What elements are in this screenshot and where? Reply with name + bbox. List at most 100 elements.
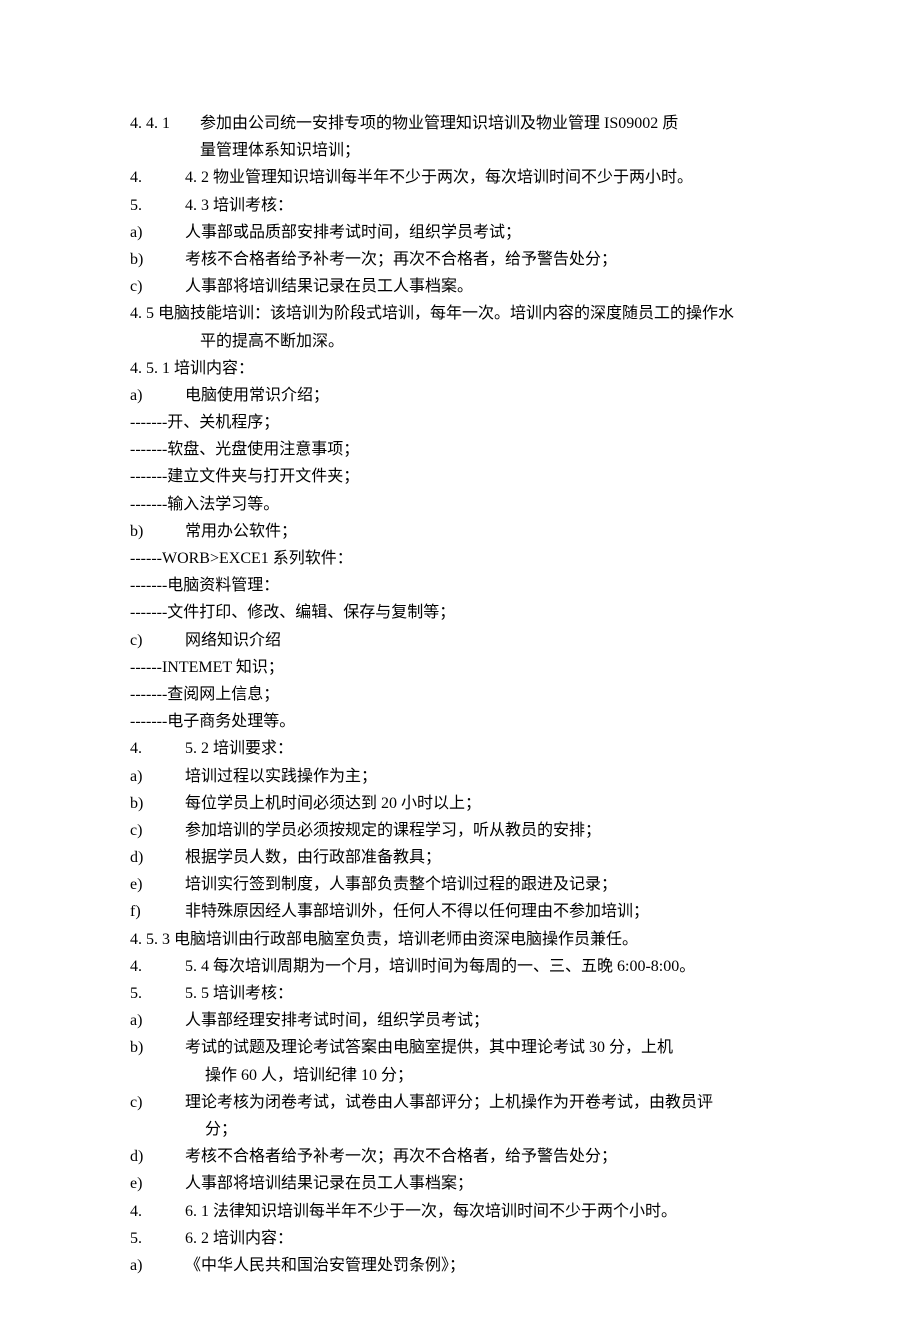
line-label: 4. xyxy=(130,953,185,980)
text-line: ------WORB>EXCE1 系列软件： xyxy=(130,545,790,572)
line-text: 人事部或品质部安排考试时间，组织学员考试； xyxy=(185,219,790,246)
text-line: 4.6. 1 法律知识培训每半年不少于一次，每次培训时间不少于两个小时。 xyxy=(130,1198,790,1225)
line-text: ------WORB>EXCE1 系列软件： xyxy=(130,545,790,572)
line-label: d) xyxy=(130,1143,185,1170)
line-label: c) xyxy=(130,817,185,844)
text-line: f)非特殊原因经人事部培训外，任何人不得以任何理由不参加培训； xyxy=(130,898,790,925)
text-line: a)《中华人民共和国治安管理处罚条例》； xyxy=(130,1252,790,1279)
line-label: a) xyxy=(130,382,185,409)
line-text: 人事部将培训结果记录在员工人事档案； xyxy=(185,1170,790,1197)
text-line: b)常用办公软件； xyxy=(130,518,790,545)
text-line: 4. 5. 1培训内容： xyxy=(130,355,790,382)
text-line: 4.5. 4 每次培训周期为一个月，培训时间为每周的一、三、五晚 6:00-8:… xyxy=(130,953,790,980)
line-text: 培训实行签到制度，人事部负责整个培训过程的跟进及记录； xyxy=(185,871,790,898)
line-text: 5. 4 每次培训周期为一个月，培训时间为每周的一、三、五晚 6:00-8:00… xyxy=(185,953,790,980)
line-label: b) xyxy=(130,246,185,273)
line-label: 4. xyxy=(130,735,185,762)
line-label: b) xyxy=(130,790,185,817)
line-label: 4. 5. 3 xyxy=(130,926,174,953)
line-label: 4. 5 xyxy=(130,300,158,327)
line-text: 4. 3 培训考核： xyxy=(185,192,790,219)
text-line: 4. 5电脑技能培训：该培训为阶段式培训，每年一次。培训内容的深度随员工的操作水 xyxy=(130,300,790,327)
line-text: 4. 2 物业管理知识培训每半年不少于两次，每次培训时间不少于两小时。 xyxy=(185,164,790,191)
line-label: 4. 5. 1 xyxy=(130,355,174,382)
line-text: 电脑培训由行政部电脑室负责，培训老师由资深电脑操作员兼任。 xyxy=(174,926,790,953)
line-text: -------开、关机程序； xyxy=(130,409,790,436)
line-label: a) xyxy=(130,219,185,246)
line-text: 考试的试题及理论考试答案由电脑室提供，其中理论考试 30 分，上机 xyxy=(185,1034,790,1061)
line-label: a) xyxy=(130,1007,185,1034)
line-text: 培训过程以实践操作为主； xyxy=(185,763,790,790)
text-line: ------INTEMET 知识； xyxy=(130,654,790,681)
line-text: 电脑使用常识介绍； xyxy=(185,382,790,409)
line-label: b) xyxy=(130,518,185,545)
text-line: -------文件打印、修改、编辑、保存与复制等； xyxy=(130,599,790,626)
line-label: c) xyxy=(130,627,185,654)
line-label xyxy=(130,328,200,355)
line-label: e) xyxy=(130,1170,185,1197)
line-text: 操作 60 人，培训纪律 10 分； xyxy=(185,1062,790,1089)
line-label: 5. xyxy=(130,192,185,219)
line-label: c) xyxy=(130,273,185,300)
line-label: 4. 4. 1 xyxy=(130,110,200,137)
text-line: 分； xyxy=(130,1116,790,1143)
line-label: c) xyxy=(130,1089,185,1116)
line-label xyxy=(130,1062,185,1089)
line-label: b) xyxy=(130,1034,185,1061)
text-line: b)考核不合格者给予补考一次；再次不合格者，给予警告处分； xyxy=(130,246,790,273)
line-label: f) xyxy=(130,898,185,925)
line-text: -------电脑资料管理： xyxy=(130,572,790,599)
line-text: 量管理体系知识培训； xyxy=(200,137,790,164)
line-text: 非特殊原因经人事部培训外，任何人不得以任何理由不参加培训； xyxy=(185,898,790,925)
text-line: 4.5. 2 培训要求： xyxy=(130,735,790,762)
text-line: 4. 5. 3电脑培训由行政部电脑室负责，培训老师由资深电脑操作员兼任。 xyxy=(130,926,790,953)
text-line: a)电脑使用常识介绍； xyxy=(130,382,790,409)
line-text: 理论考核为闭卷考试，试卷由人事部评分；上机操作为开卷考试，由教员评 xyxy=(185,1089,790,1116)
line-text: 5. 5 培训考核： xyxy=(185,980,790,1007)
line-text: 分； xyxy=(185,1116,790,1143)
text-line: -------电子商务处理等。 xyxy=(130,708,790,735)
text-line: a)人事部经理安排考试时间，组织学员考试； xyxy=(130,1007,790,1034)
text-line: 5.6. 2 培训内容： xyxy=(130,1225,790,1252)
text-line: c)人事部将培训结果记录在员工人事档案。 xyxy=(130,273,790,300)
line-text: 5. 2 培训要求： xyxy=(185,735,790,762)
line-label xyxy=(130,1116,185,1143)
text-line: -------软盘、光盘使用注意事项； xyxy=(130,436,790,463)
text-line: 4. 4. 1参加由公司统一安排专项的物业管理知识培训及物业管理 IS09002… xyxy=(130,110,790,137)
line-label: 4. xyxy=(130,1198,185,1225)
text-line: -------电脑资料管理： xyxy=(130,572,790,599)
text-line: e)人事部将培训结果记录在员工人事档案； xyxy=(130,1170,790,1197)
line-text: 考核不合格者给予补考一次；再次不合格者，给予警告处分； xyxy=(185,246,790,273)
text-line: a)人事部或品质部安排考试时间，组织学员考试； xyxy=(130,219,790,246)
text-line: -------建立文件夹与打开文件夹； xyxy=(130,463,790,490)
line-text: -------文件打印、修改、编辑、保存与复制等； xyxy=(130,599,790,626)
line-text: -------输入法学习等。 xyxy=(130,491,790,518)
line-text: -------软盘、光盘使用注意事项； xyxy=(130,436,790,463)
line-text: 根据学员人数，由行政部准备教具； xyxy=(185,844,790,871)
line-text: -------查阅网上信息； xyxy=(130,681,790,708)
text-line: 操作 60 人，培训纪律 10 分； xyxy=(130,1062,790,1089)
line-text: 平的提高不断加深。 xyxy=(200,328,790,355)
text-line: a)培训过程以实践操作为主； xyxy=(130,763,790,790)
text-line: b)每位学员上机时间必须达到 20 小时以上； xyxy=(130,790,790,817)
line-label: a) xyxy=(130,763,185,790)
text-line: 5.4. 3 培训考核： xyxy=(130,192,790,219)
text-line: 5.5. 5 培训考核： xyxy=(130,980,790,1007)
line-text: 人事部将培训结果记录在员工人事档案。 xyxy=(185,273,790,300)
text-line: e)培训实行签到制度，人事部负责整个培训过程的跟进及记录； xyxy=(130,871,790,898)
line-text: 考核不合格者给予补考一次；再次不合格者，给予警告处分； xyxy=(185,1143,790,1170)
text-line: -------查阅网上信息； xyxy=(130,681,790,708)
line-label: a) xyxy=(130,1252,185,1279)
line-label: e) xyxy=(130,871,185,898)
line-label xyxy=(130,137,200,164)
line-text: 参加培训的学员必须按规定的课程学习，听从教员的安排； xyxy=(185,817,790,844)
text-line: c)理论考核为闭卷考试，试卷由人事部评分；上机操作为开卷考试，由教员评 xyxy=(130,1089,790,1116)
text-line: d)根据学员人数，由行政部准备教具； xyxy=(130,844,790,871)
line-text: 《中华人民共和国治安管理处罚条例》； xyxy=(185,1252,790,1279)
document-body: 4. 4. 1参加由公司统一安排专项的物业管理知识培训及物业管理 IS09002… xyxy=(130,110,790,1279)
text-line: d)考核不合格者给予补考一次；再次不合格者，给予警告处分； xyxy=(130,1143,790,1170)
line-label: 5. xyxy=(130,1225,185,1252)
text-line: b)考试的试题及理论考试答案由电脑室提供，其中理论考试 30 分，上机 xyxy=(130,1034,790,1061)
text-line: -------开、关机程序； xyxy=(130,409,790,436)
text-line: 量管理体系知识培训； xyxy=(130,137,790,164)
